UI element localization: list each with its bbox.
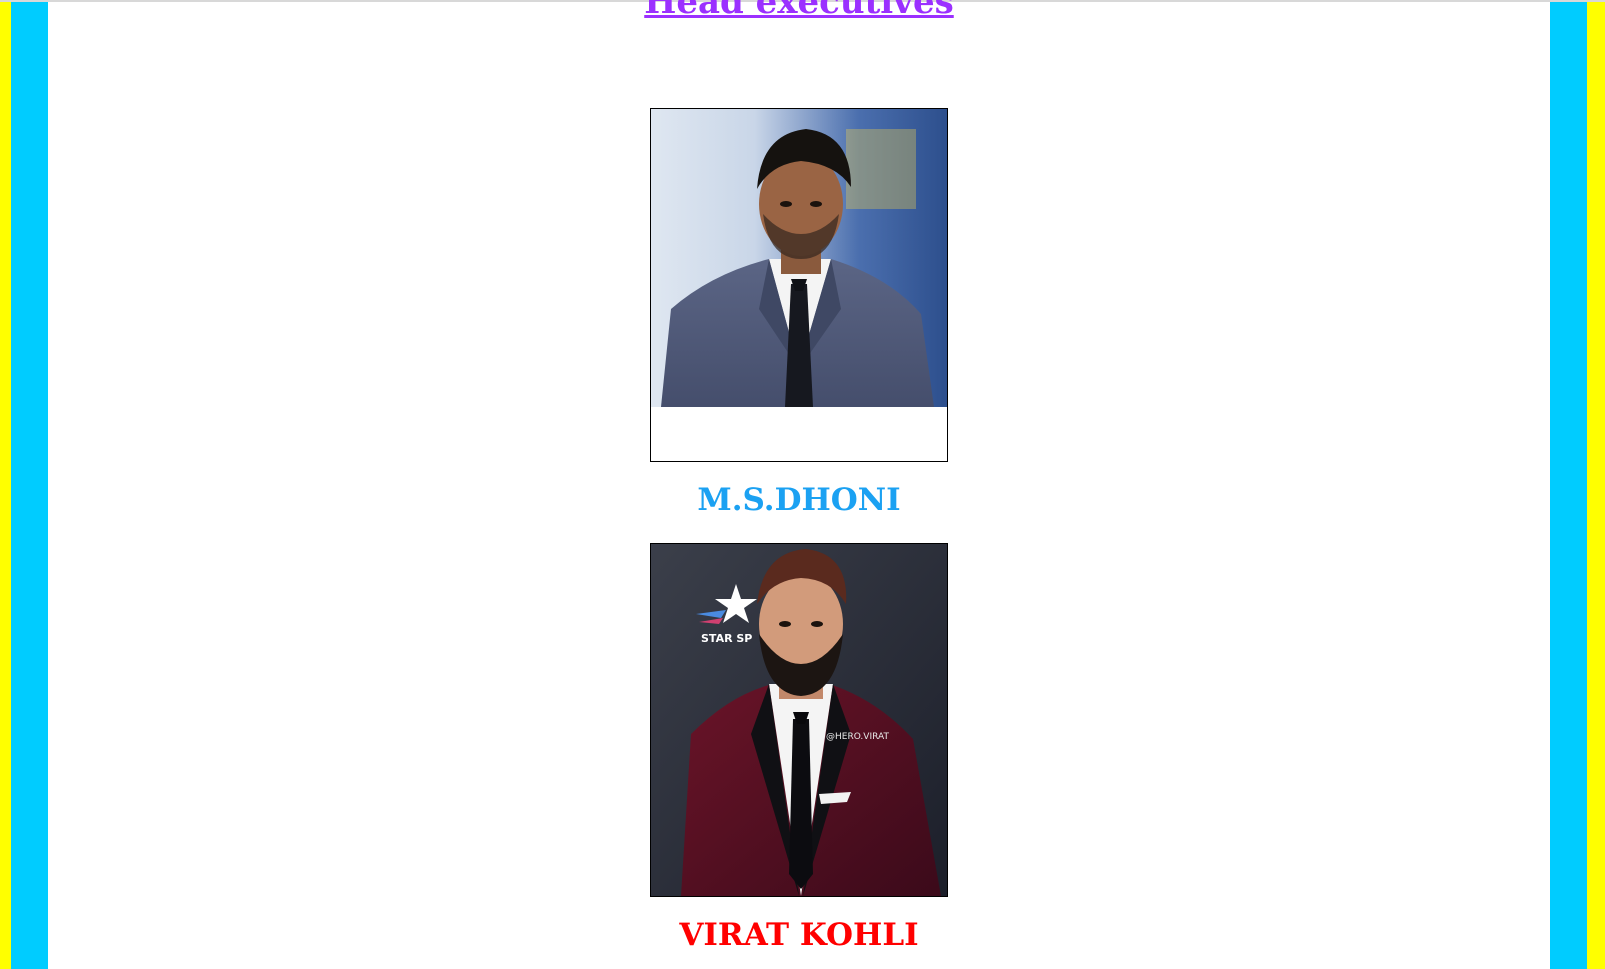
photo-watermark: @HERO.VIRAT [826, 732, 889, 742]
executive-name-1: M.S.DHONI [697, 482, 901, 518]
main-content: Head executives M.S.DHONI STAR SP @HERO.… [48, 0, 1550, 969]
page-title: Head executives [644, 0, 954, 22]
backdrop-logo-text: STAR SP [701, 632, 752, 645]
left-cyan-border [11, 2, 48, 969]
executive-name-2: VIRAT KOHLI [679, 917, 919, 953]
right-yellow-border [1587, 2, 1605, 969]
executive-photo-2: STAR SP @HERO.VIRAT [650, 543, 948, 897]
left-yellow-border [0, 2, 11, 969]
executive-photo-2-image: STAR SP @HERO.VIRAT [651, 544, 947, 896]
executive-photo-1-image [651, 109, 947, 461]
right-cyan-border [1550, 2, 1587, 969]
executive-photo-1 [650, 108, 948, 462]
